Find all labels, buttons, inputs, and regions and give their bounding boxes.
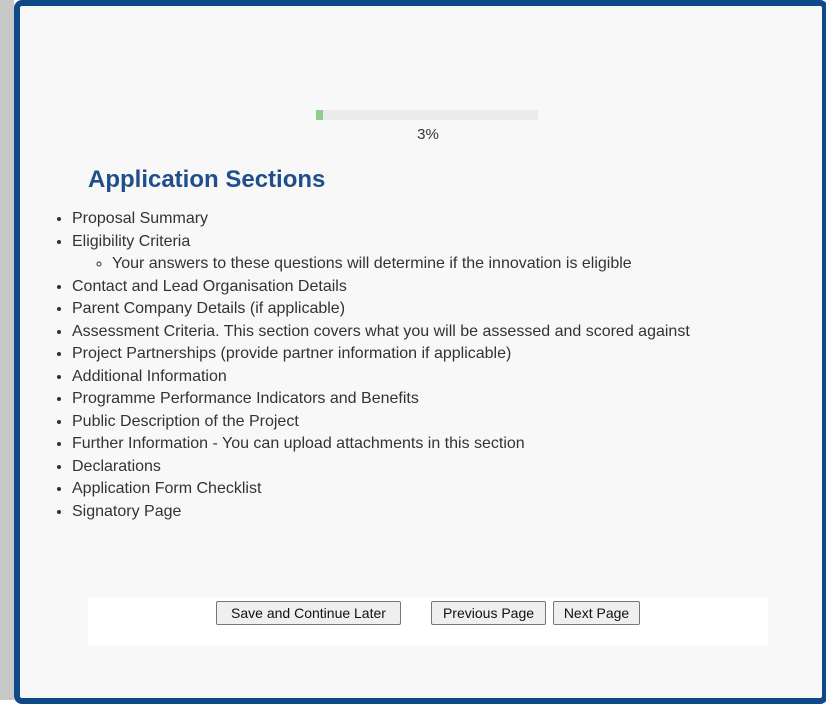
section-item-label: Contact and Lead Organisation Details bbox=[72, 277, 347, 295]
section-item-signatory-page: Signatory Page bbox=[72, 501, 690, 524]
section-item-proposal-summary: Proposal Summary bbox=[72, 208, 690, 231]
section-item-eligibility-criteria: Eligibility Criteria Your answers to the… bbox=[72, 231, 690, 276]
section-item-parent-company: Parent Company Details (if applicable) bbox=[72, 298, 690, 321]
progress-percent-label: 3% bbox=[417, 126, 439, 143]
progress-bar-fill bbox=[316, 110, 323, 120]
page-title: Application Sections bbox=[88, 166, 326, 193]
left-gutter bbox=[0, 0, 14, 700]
progress-bar-track bbox=[316, 110, 538, 120]
application-panel: 3% Application Sections Proposal Summary… bbox=[14, 0, 826, 704]
section-item-project-partnerships: Project Partnerships (provide partner in… bbox=[72, 343, 690, 366]
next-page-button[interactable]: Next Page bbox=[553, 601, 640, 625]
section-item-label: Programme Performance Indicators and Ben… bbox=[72, 390, 419, 407]
section-item-label: Signatory Page bbox=[72, 502, 182, 520]
navigation-button-bar: Save and Continue Later Previous Page Ne… bbox=[88, 597, 768, 645]
section-item-public-description: Public Description of the Project bbox=[72, 411, 690, 434]
section-item-label: Project Partnerships (provide partner in… bbox=[72, 345, 512, 362]
save-and-continue-later-button[interactable]: Save and Continue Later bbox=[216, 601, 401, 625]
section-item-label: Declarations bbox=[72, 457, 161, 475]
section-item-label: Application Form Checklist bbox=[72, 480, 262, 497]
section-item-performance-indicators: Programme Performance Indicators and Ben… bbox=[72, 388, 690, 411]
section-item-label: Eligibility Criteria bbox=[72, 232, 191, 250]
section-item-further-information: Further Information - You can upload att… bbox=[72, 433, 690, 456]
progress-indicator: 3% bbox=[316, 110, 538, 143]
section-item-label: Further Information - You can upload att… bbox=[72, 435, 525, 452]
section-item-label: Proposal Summary bbox=[72, 210, 209, 227]
section-sub-item: Your answers to these questions will det… bbox=[112, 253, 690, 276]
section-item-assessment-criteria: Assessment Criteria. This section covers… bbox=[72, 321, 690, 344]
section-item-declarations: Declarations bbox=[72, 456, 690, 479]
application-sections-list: Proposal Summary Eligibility Criteria Yo… bbox=[34, 208, 690, 523]
previous-page-button[interactable]: Previous Page bbox=[431, 601, 546, 625]
section-item-contact-lead-organisation: Contact and Lead Organisation Details bbox=[72, 276, 690, 299]
section-item-additional-information: Additional Information bbox=[72, 366, 690, 389]
section-sub-list: Your answers to these questions will det… bbox=[72, 253, 690, 276]
section-item-label: Parent Company Details (if applicable) bbox=[72, 300, 346, 317]
section-item-label: Public Description of the Project bbox=[72, 412, 299, 430]
section-item-label: Additional Information bbox=[72, 367, 227, 385]
section-item-form-checklist: Application Form Checklist bbox=[72, 478, 690, 501]
section-item-label: Assessment Criteria. This section covers… bbox=[72, 322, 690, 340]
